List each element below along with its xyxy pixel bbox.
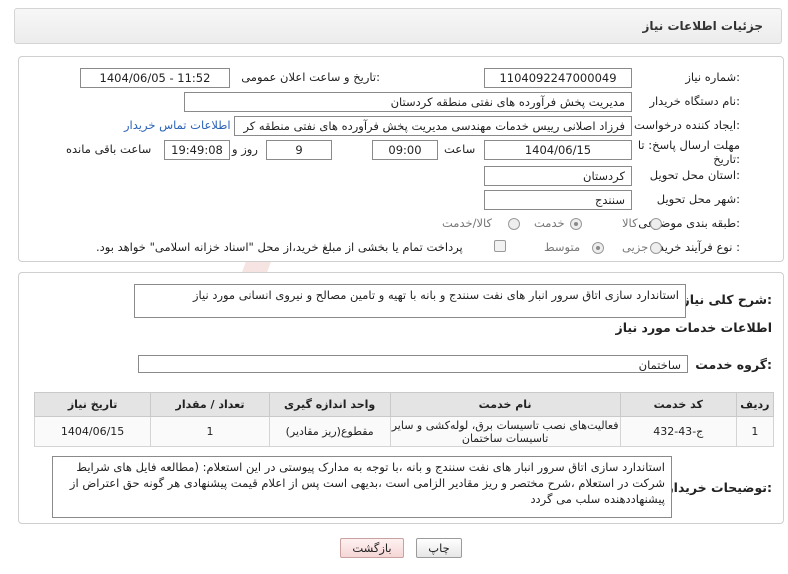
- buyer-contact-link[interactable]: اطلاعات تماس خریدار: [124, 118, 231, 132]
- buyer-notes-label: توضیحات خریدار:: [666, 480, 772, 495]
- col-date: تاریخ نیاز: [33, 392, 152, 417]
- page-header: جزئیات اطلاعات نیاز: [14, 8, 782, 44]
- category-radio-service[interactable]: [570, 218, 582, 230]
- process-radio-minor[interactable]: [650, 242, 662, 254]
- category-option-goods: کالا: [622, 216, 638, 230]
- need-number-label: شماره نیاز:: [685, 70, 740, 84]
- province-field: کردستان: [484, 166, 632, 186]
- col-name: نام خدمت: [389, 392, 621, 417]
- category-option-goods-service: کالا/خدمت: [442, 216, 493, 230]
- buyer-org-field: مدیریت پخش فرآورده های نفتی منطقه کردستا…: [184, 92, 632, 112]
- city-label: شهر محل تحویل:: [656, 192, 740, 206]
- deadline-time-label: ساعت: [444, 142, 476, 156]
- summary-field: استاندارد سازی اتاق سرور انبار های نفت س…: [134, 284, 686, 318]
- payment-note: پرداخت تمام یا بخشی از مبلغ خرید،از محل …: [96, 240, 463, 254]
- remaining-time-field: 19:49:08: [164, 140, 230, 160]
- cell-date: 1404/06/15: [33, 416, 152, 447]
- services-table: ردیف کد خدمت نام خدمت واحد اندازه گیری ت…: [33, 392, 775, 447]
- city-field: سنندج: [484, 190, 632, 210]
- process-option-medium: متوسط: [544, 240, 581, 254]
- cell-qty: 1: [150, 416, 270, 447]
- province-label: استان محل تحویل:: [649, 168, 740, 182]
- services-table-header: ردیف کد خدمت نام خدمت واحد اندازه گیری ت…: [33, 392, 775, 417]
- buyer-notes-field: استاندارد سازی اتاق سرور انبار های نفت س…: [52, 456, 672, 518]
- announce-field: 1404/06/05 - 11:52: [80, 68, 230, 88]
- col-qty: تعداد / مقدار: [150, 392, 270, 417]
- payment-checkbox[interactable]: [494, 240, 506, 252]
- creator-field: فرزاد اصلانی رییس خدمات مهندسی مدیریت پخ…: [234, 116, 632, 136]
- category-option-service: خدمت: [534, 216, 565, 230]
- process-label: نوع فرآیند خرید :: [658, 240, 740, 254]
- table-row: 1 ج-43-432 فعالیت‌های نصب تاسیسات برق، ل…: [33, 416, 775, 447]
- cell-row: 1: [735, 416, 775, 447]
- col-code: کد خدمت: [619, 392, 737, 417]
- remaining-label: ساعت باقی مانده: [66, 142, 152, 156]
- deadline-label: مهلت ارسال پاسخ: تا: [637, 138, 740, 152]
- buyer-org-label: نام دستگاه خریدار:: [649, 94, 740, 108]
- deadline-date-field: 1404/06/15: [484, 140, 632, 160]
- process-option-minor: جزیی: [622, 240, 649, 254]
- services-section-title: اطلاعات خدمات مورد نیاز: [615, 320, 773, 335]
- cell-unit: مقطوع(ریز مقادیر): [268, 416, 391, 447]
- days-field: 9: [266, 140, 332, 160]
- cell-name: فعالیت‌های نصب تاسیسات برق، لوله‌کشی و س…: [389, 416, 621, 447]
- summary-label: شرح کلی نیاز:: [682, 292, 773, 307]
- category-radio-goods-service[interactable]: [508, 218, 520, 230]
- service-group-label: گروه خدمت:: [695, 357, 772, 372]
- col-unit: واحد اندازه گیری: [268, 392, 391, 417]
- creator-label: ایجاد کننده درخواست:: [634, 118, 740, 132]
- deadline-time-field: 09:00: [372, 140, 438, 160]
- page-title: جزئیات اطلاعات نیاز: [642, 19, 763, 33]
- cell-code: ج-43-432: [619, 416, 737, 447]
- back-button[interactable]: بازگشت: [340, 538, 404, 558]
- days-label: روز و: [232, 142, 258, 156]
- service-group-field: ساختمان: [138, 355, 688, 373]
- deadline-label-date: تاریخ:: [713, 152, 740, 166]
- need-number-field: 1104092247000049: [484, 68, 632, 88]
- col-row: ردیف: [735, 392, 775, 417]
- category-radio-goods[interactable]: [650, 218, 662, 230]
- print-button[interactable]: چاپ: [416, 538, 462, 558]
- process-radio-medium[interactable]: [592, 242, 604, 254]
- announce-label: تاریخ و ساعت اعلان عمومی:: [241, 70, 380, 84]
